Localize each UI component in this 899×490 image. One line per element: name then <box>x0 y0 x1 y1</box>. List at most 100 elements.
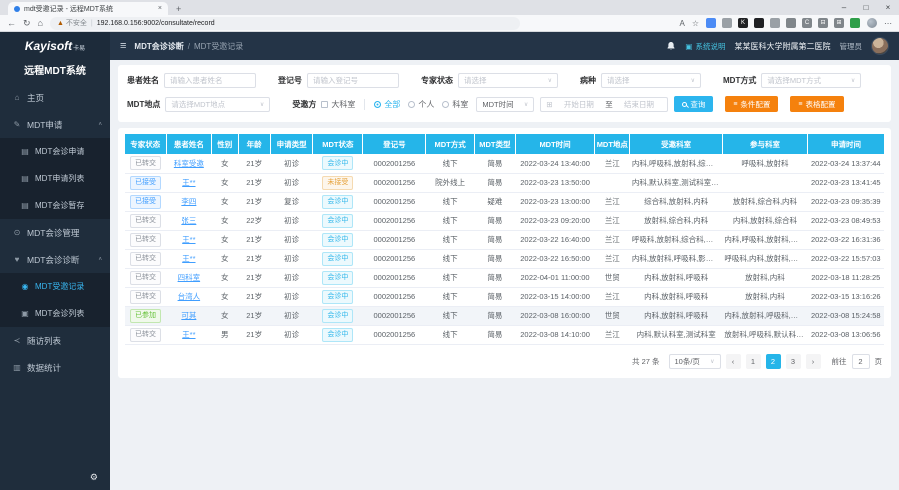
join-depts-cell: 内科,呼吸科,放射科,综合科 <box>722 230 807 249</box>
browser-tab[interactable]: mdt受邀记录 - 远程MDT系统 × <box>8 2 168 15</box>
ext-mute-icon[interactable] <box>786 18 796 28</box>
home-icon[interactable]: ⌂ <box>38 19 43 28</box>
ext-hub-icon[interactable]: ⊞ <box>834 18 844 28</box>
mdt-place-cell: 兰江 <box>595 154 630 173</box>
sidebar-menu: ⌂主页✎MDT申请˄▤MDT会诊申请▤MDT申请列表▤MDT会诊暂存⊙MDT会诊… <box>0 84 110 381</box>
expert-status-select[interactable]: 请选择∨ <box>458 73 558 88</box>
mdt-type-cell: 简易 <box>474 306 515 325</box>
table-row: 已转交王**女21岁初诊会诊中0002001256线下简易2022-03-22 … <box>125 230 884 249</box>
apply-time-cell: 2022-03-22 15:57:03 <box>808 249 884 268</box>
search-button[interactable]: 查询 <box>674 96 713 112</box>
ext-dark-k-icon[interactable]: K <box>738 18 748 28</box>
patient-name-link[interactable]: 王** <box>182 178 195 187</box>
apply-type-cell: 复诊 <box>270 192 313 211</box>
page-size-select[interactable]: 10条/页 ∨ <box>669 354 721 369</box>
sidebar-collapse-icon[interactable]: ≡ <box>120 40 126 52</box>
system-help-link[interactable]: ▣ 系统说明 <box>685 41 725 52</box>
mdt-mode-select[interactable]: 请选择MDT方式∨ <box>761 73 861 88</box>
patient-name-link[interactable]: 李四 <box>181 197 196 206</box>
patient-name-link[interactable]: 科室受邀 <box>174 159 204 168</box>
big-dept-checkbox[interactable] <box>321 101 328 108</box>
apply-type-cell: 初诊 <box>270 287 313 306</box>
apply-type-cell: 初诊 <box>270 306 313 325</box>
radio-全部[interactable]: 全部 <box>374 99 400 110</box>
sidebar-item-MDT受邀记录[interactable]: ◉MDT受邀记录 <box>0 273 110 300</box>
apply-type-cell: 初诊 <box>270 325 313 344</box>
security-indicator[interactable]: ▲ 不安全 <box>57 18 87 28</box>
page-button-1[interactable]: 1 <box>746 354 761 369</box>
sidebar-item-MDT会诊暂存[interactable]: ▤MDT会诊暂存 <box>0 192 110 219</box>
next-page-button[interactable]: › <box>806 354 821 369</box>
minimize-button[interactable]: – <box>833 0 855 15</box>
settings-gear-icon[interactable]: ⚙ <box>90 472 98 483</box>
ext-gray-icon[interactable] <box>770 18 780 28</box>
join-depts-cell: 呼吸科,内科,放射科,影像科 <box>722 249 807 268</box>
patient-name-link[interactable]: 王** <box>182 330 195 339</box>
patient-name-input[interactable]: 请输入患者姓名 <box>164 73 256 88</box>
address-bar[interactable]: ▲ 不安全 | 192.168.0.156:9002/consultate/re… <box>50 17 520 30</box>
page-button-2[interactable]: 2 <box>766 354 781 369</box>
condition-config-button[interactable]: ≡ 条件配置 <box>725 96 778 112</box>
gender-cell: 女 <box>212 173 238 192</box>
sidebar-item-MDT会诊申请[interactable]: ▤MDT会诊申请 <box>0 138 110 165</box>
tab-close-icon[interactable]: × <box>158 5 162 12</box>
date-range-picker[interactable]: ⊞ 开始日期 至 结束日期 <box>540 97 668 112</box>
breadcrumb-current: MDT受邀记录 <box>194 41 243 52</box>
mdt-place-cell: 世贸 <box>595 306 630 325</box>
ext-split-icon[interactable]: ⊟ <box>818 18 828 28</box>
radio-个人[interactable]: 个人 <box>408 99 434 110</box>
breadcrumb: MDT会诊诊断 / MDT受邀记录 <box>134 41 243 52</box>
sidebar-item-MDT会诊诊断[interactable]: ♥MDT会诊诊断˄ <box>0 246 110 273</box>
prev-page-button[interactable]: ‹ <box>726 354 741 369</box>
home-icon: ⌂ <box>12 93 22 102</box>
new-tab-button[interactable]: + <box>176 4 181 15</box>
reg-no-cell: 0002001256 <box>363 192 426 211</box>
read-aloud-icon[interactable]: A <box>679 19 684 28</box>
ext-dark-icon[interactable] <box>754 18 764 28</box>
back-icon[interactable]: ← <box>7 19 16 28</box>
apply-type-cell: 初诊 <box>270 230 313 249</box>
app-logo: Kayisoft 卡易 <box>0 32 110 60</box>
sidebar-item-主页[interactable]: ⌂主页 <box>0 84 110 111</box>
join-depts-cell: 放射科,呼吸科,默认科室,测... <box>722 325 807 344</box>
disease-select[interactable]: 请选择∨ <box>601 73 701 88</box>
breadcrumb-parent[interactable]: MDT会诊诊断 <box>134 41 183 52</box>
reg-no-cell: 0002001256 <box>363 154 426 173</box>
maximize-button[interactable]: □ <box>855 0 877 15</box>
mdt-place-select[interactable]: 请选择MDT地点 ∨ <box>165 97 270 112</box>
more-menu-icon[interactable]: ⋯ <box>884 19 892 28</box>
gender-cell: 女 <box>212 249 238 268</box>
warning-icon: ▲ <box>57 20 64 27</box>
sidebar-item-MDT申请[interactable]: ✎MDT申请˄ <box>0 111 110 138</box>
browser-profile-avatar[interactable] <box>867 18 877 28</box>
patient-name-link[interactable]: 可其 <box>181 311 196 320</box>
page-button-3[interactable]: 3 <box>786 354 801 369</box>
sidebar-item-数据统计[interactable]: ▥数据统计 <box>0 354 110 381</box>
user-avatar[interactable] <box>871 37 889 55</box>
reg-no-cell: 0002001256 <box>363 287 426 306</box>
ext-sync-icon[interactable]: C <box>802 18 812 28</box>
mdt-time-cell: 2022-04-01 11:00:00 <box>515 268 594 287</box>
close-button[interactable]: × <box>877 0 899 15</box>
ext-blue-icon[interactable] <box>706 18 716 28</box>
refresh-icon[interactable]: ↻ <box>23 19 31 28</box>
sidebar-item-MDT会诊管理[interactable]: ⊙MDT会诊管理 <box>0 219 110 246</box>
bell-icon[interactable] <box>666 41 676 51</box>
ext-copy-icon[interactable] <box>722 18 732 28</box>
favorite-star-icon[interactable]: ☆ <box>692 19 699 28</box>
patient-name-link[interactable]: 四科室 <box>178 273 201 282</box>
register-no-input[interactable]: 请输入登记号 <box>307 73 399 88</box>
sidebar-item-MDT申请列表[interactable]: ▤MDT申请列表 <box>0 165 110 192</box>
sidebar-item-MDT会诊列表[interactable]: ▣MDT会诊列表 <box>0 300 110 327</box>
patient-name-link[interactable]: 张三 <box>181 216 196 225</box>
sidebar-item-随访列表[interactable]: ≺随访列表 <box>0 327 110 354</box>
patient-name-link[interactable]: 王** <box>182 254 195 263</box>
radio-科室[interactable]: 科室 <box>442 99 468 110</box>
table-config-button[interactable]: ≡ 表格配置 <box>790 96 843 112</box>
mdt-time-select[interactable]: MDT时间 ∨ <box>476 97 534 112</box>
status-badge: 会诊中 <box>322 328 353 342</box>
patient-name-link[interactable]: 台湾人 <box>178 292 201 301</box>
goto-page-input[interactable]: 2 <box>852 354 870 369</box>
ext-shield-icon[interactable] <box>850 18 860 28</box>
patient-name-link[interactable]: 王** <box>182 235 195 244</box>
